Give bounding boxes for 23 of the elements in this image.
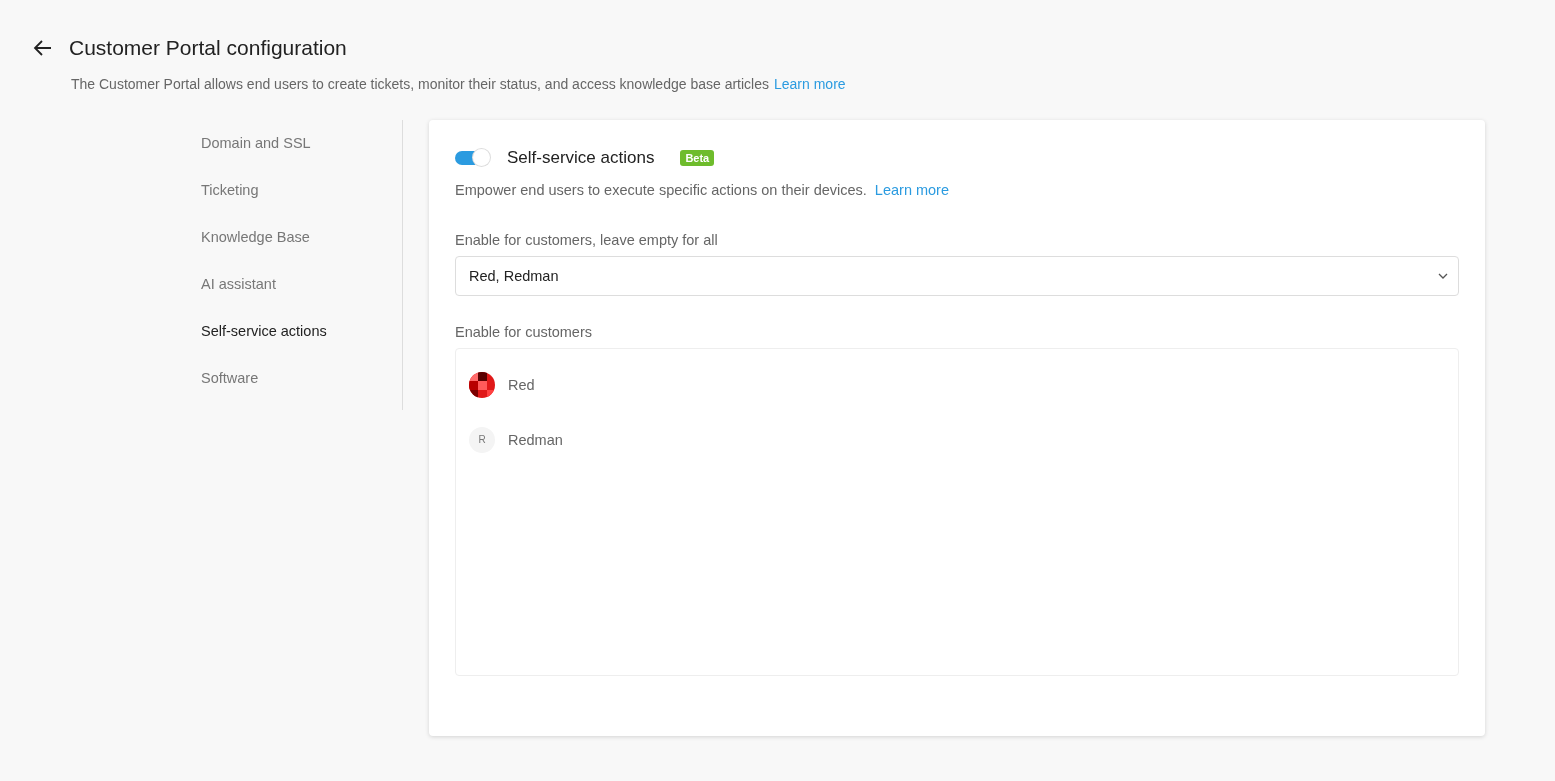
- page-title: Customer Portal configuration: [69, 36, 347, 60]
- customer-name: Red: [508, 376, 535, 393]
- page-description: The Customer Portal allows end users to create tickets, monitor their status, and access knowledge base articles: [71, 76, 769, 92]
- section-title: Self-service actions: [507, 148, 655, 168]
- chevron-down-icon: [1438, 273, 1448, 279]
- learn-more-link[interactable]: Learn more: [774, 76, 846, 92]
- sidebar-item[interactable]: AI assistant: [185, 260, 402, 308]
- sidebar-item[interactable]: Knowledge Base: [185, 213, 402, 261]
- field-label: Enable for customers: [455, 324, 593, 340]
- field-label: Enable for customers, leave empty for all: [455, 232, 719, 248]
- learn-more-link[interactable]: Learn more: [874, 182, 949, 198]
- back-arrow-icon[interactable]: [33, 38, 53, 58]
- checkered-avatar-icon: [469, 371, 495, 398]
- toggle-switch[interactable]: [455, 151, 489, 165]
- sidebar-item[interactable]: Domain and SSL: [185, 119, 402, 167]
- sidebar-item[interactable]: Ticketing: [185, 166, 402, 214]
- section-description: Empower end users to execute specific actions on their devices.: [455, 182, 867, 198]
- beta-badge: Beta: [680, 150, 715, 166]
- initial-avatar: R: [469, 426, 495, 453]
- customers-select[interactable]: Red, Redman: [455, 256, 1459, 296]
- customer-name: Redman: [508, 431, 563, 448]
- sidebar-item[interactable]: Software: [185, 354, 402, 402]
- sidebar-item[interactable]: Self-service actions: [185, 307, 402, 355]
